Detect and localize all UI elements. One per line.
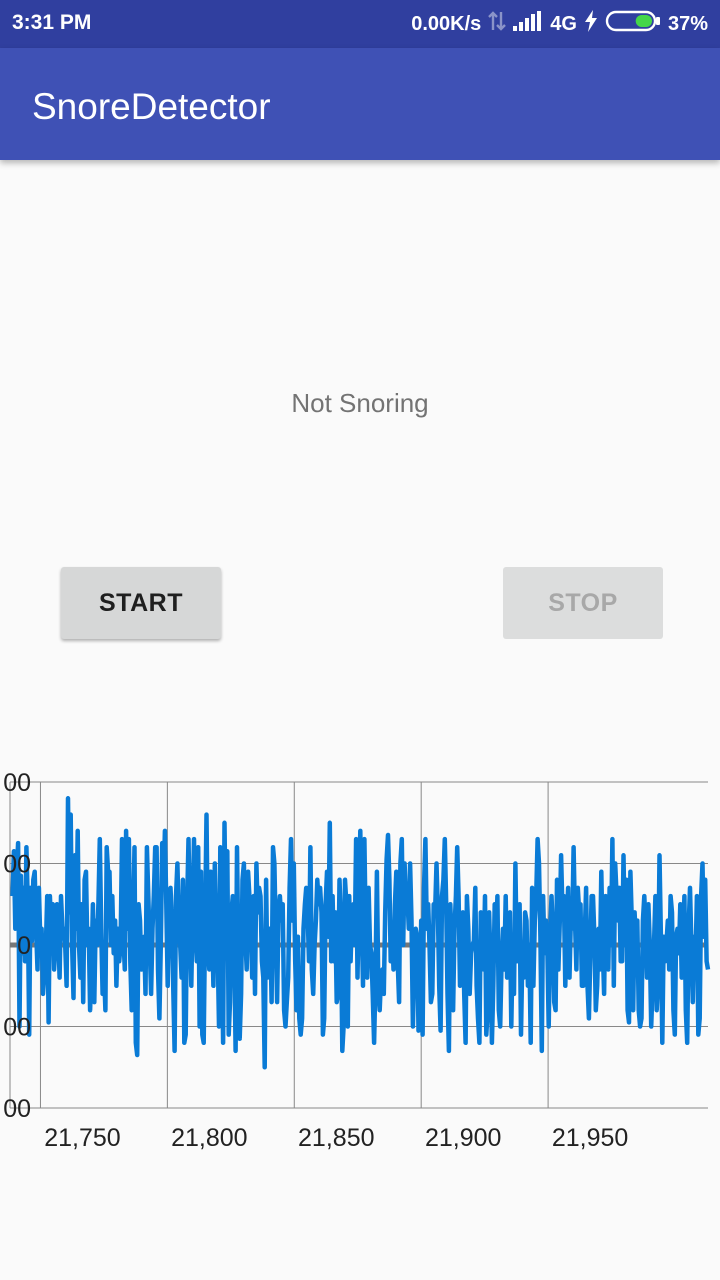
battery-icon (605, 9, 661, 39)
x-tick-label: 21,900 (425, 1124, 501, 1152)
y-tick-label: 0 (17, 932, 31, 960)
screen: 3:31 PM 0.00K/s 4G 37% SnoreDetector Not… (0, 0, 720, 1280)
waveform-chart-svg: 00000000021,750 21,800 21,850 21,900 21,950 (3, 769, 711, 1152)
y-tick-label: 00 (3, 1014, 31, 1042)
network-speed: 0.00K/s (411, 12, 482, 35)
start-button[interactable]: START (61, 567, 221, 639)
x-tick-label: 21,750 (44, 1124, 120, 1152)
battery-percent: 37% (667, 12, 708, 35)
x-tick-label: 21,800 (171, 1124, 247, 1152)
status-bar: 3:31 PM 0.00K/s 4G 37% (0, 0, 720, 48)
status-time: 3:31 PM (12, 11, 92, 34)
charging-bolt-icon (584, 10, 598, 38)
status-indicators: 0.00K/s 4G 37% (404, 9, 708, 39)
x-tick-label: 21,850 (298, 1124, 374, 1152)
y-tick-label: 00 (3, 851, 31, 879)
signal-icon (513, 11, 543, 37)
stop-button[interactable]: STOP (503, 567, 663, 639)
waveform-chart: 00 00 0 00 00 21,750 21,800 21,850 21,900 21,950 (0, 760, 720, 1180)
x-tick-label: 21,950 (552, 1124, 628, 1152)
app-title: SnoreDetector (32, 86, 271, 127)
snore-status-text: Not Snoring (291, 388, 429, 418)
network-type: 4G (550, 12, 577, 35)
app-bar: SnoreDetector (0, 48, 720, 160)
y-tick-label: 00 (3, 769, 31, 797)
y-tick-label: 00 (3, 1095, 31, 1123)
data-transfer-icon (488, 10, 507, 38)
